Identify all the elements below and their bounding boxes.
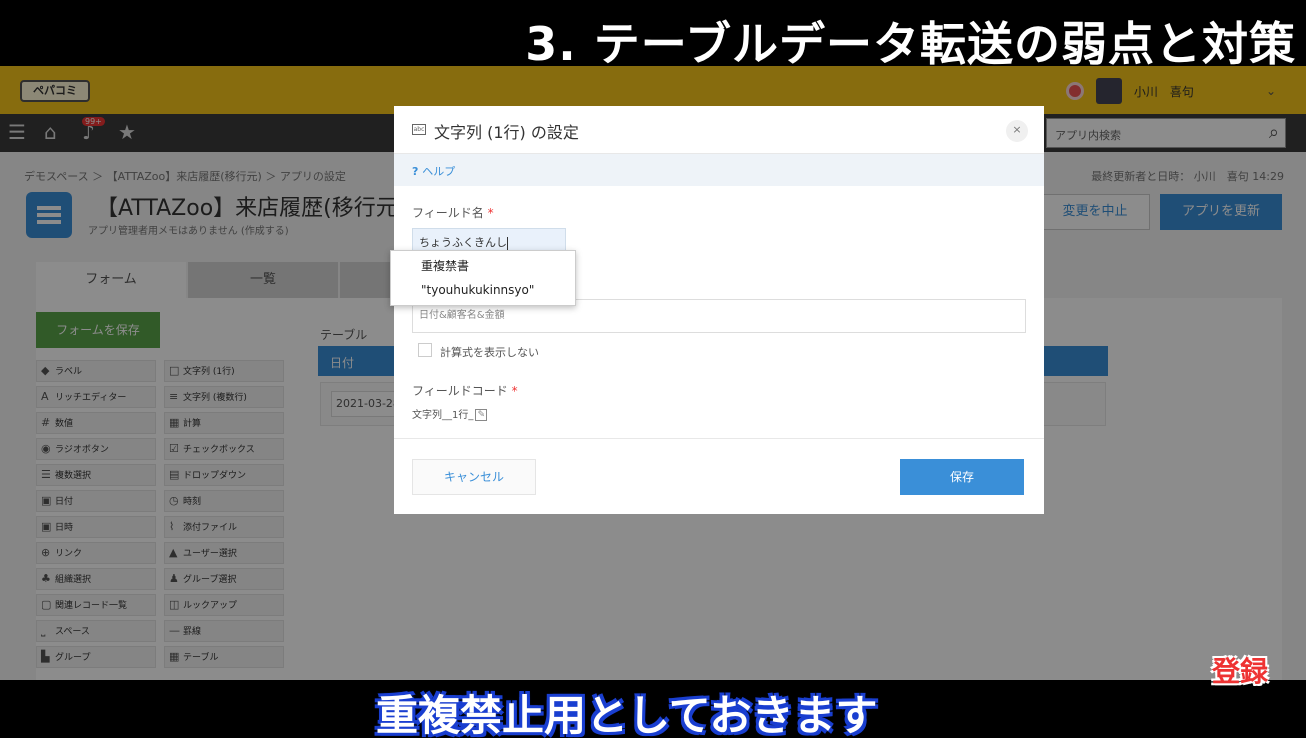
field-name-label: フィールド名 * [412,204,494,221]
field-name-value: ちょうふくきんし [419,236,507,249]
help-label: ヘルプ [422,165,456,178]
field-code-label: フィールドコード * [412,382,518,399]
cancel-button[interactable]: キャンセル [412,459,536,495]
dialog-header: abc 文字列 (1行) の設定 × [394,106,1044,154]
video-title-banner: 3. テーブルデータ転送の弱点と対策 [0,0,1306,71]
field-code-label-text: フィールドコード [412,384,508,398]
edit-icon[interactable]: ✎ [475,409,488,421]
dialog-title: 文字列 (1行) の設定 [434,123,579,142]
kintone-app: ペパコミ 小川 喜句 ⌄ ☰ ⌂ ♪ 99+ ★ ? アプリ内検索 ⌕ デモスペ… [0,66,1306,680]
help-link[interactable]: ? ヘルプ [412,163,455,179]
required-mark: * [487,206,494,220]
text-caret [507,236,508,250]
help-bar: ? ヘルプ [394,154,1044,186]
field-code-value: 文字列__1行_ [412,410,474,421]
close-icon[interactable]: × [1006,120,1028,142]
text-field-icon: abc [412,124,426,135]
video-caption: 重複禁止用としておきます [376,691,878,738]
subscribe-badge[interactable]: 登録 [1202,652,1278,692]
ime-candidate[interactable]: 重複禁書 [421,257,469,274]
dialog-footer: キャンセル 保存 [394,438,1044,514]
video-title: 3. テーブルデータ転送の弱点と対策 [525,17,1296,71]
field-code: 文字列__1行_ ✎ [412,406,488,421]
screen: 3. テーブルデータ転送の弱点と対策 ペパコミ 小川 喜句 ⌄ ☰ ⌂ ♪ 99… [0,0,1306,738]
field-name-label-text: フィールド名 [412,206,484,220]
hide-formula-checkbox[interactable] [418,343,432,357]
required-mark: * [511,384,518,398]
formula-placeholder: 日付&顧客名&金額 [419,310,505,321]
ime-candidate-list: 重複禁書 "tyouhukukinnsyo" [390,250,576,306]
hide-formula-label: 計算式を表示しない [440,346,539,359]
save-button[interactable]: 保存 [900,459,1024,495]
ime-candidate[interactable]: "tyouhukukinnsyo" [421,283,534,297]
field-settings-dialog: abc 文字列 (1行) の設定 × ? ヘルプ フィールド名 * ちょうふくき… [394,106,1044,514]
